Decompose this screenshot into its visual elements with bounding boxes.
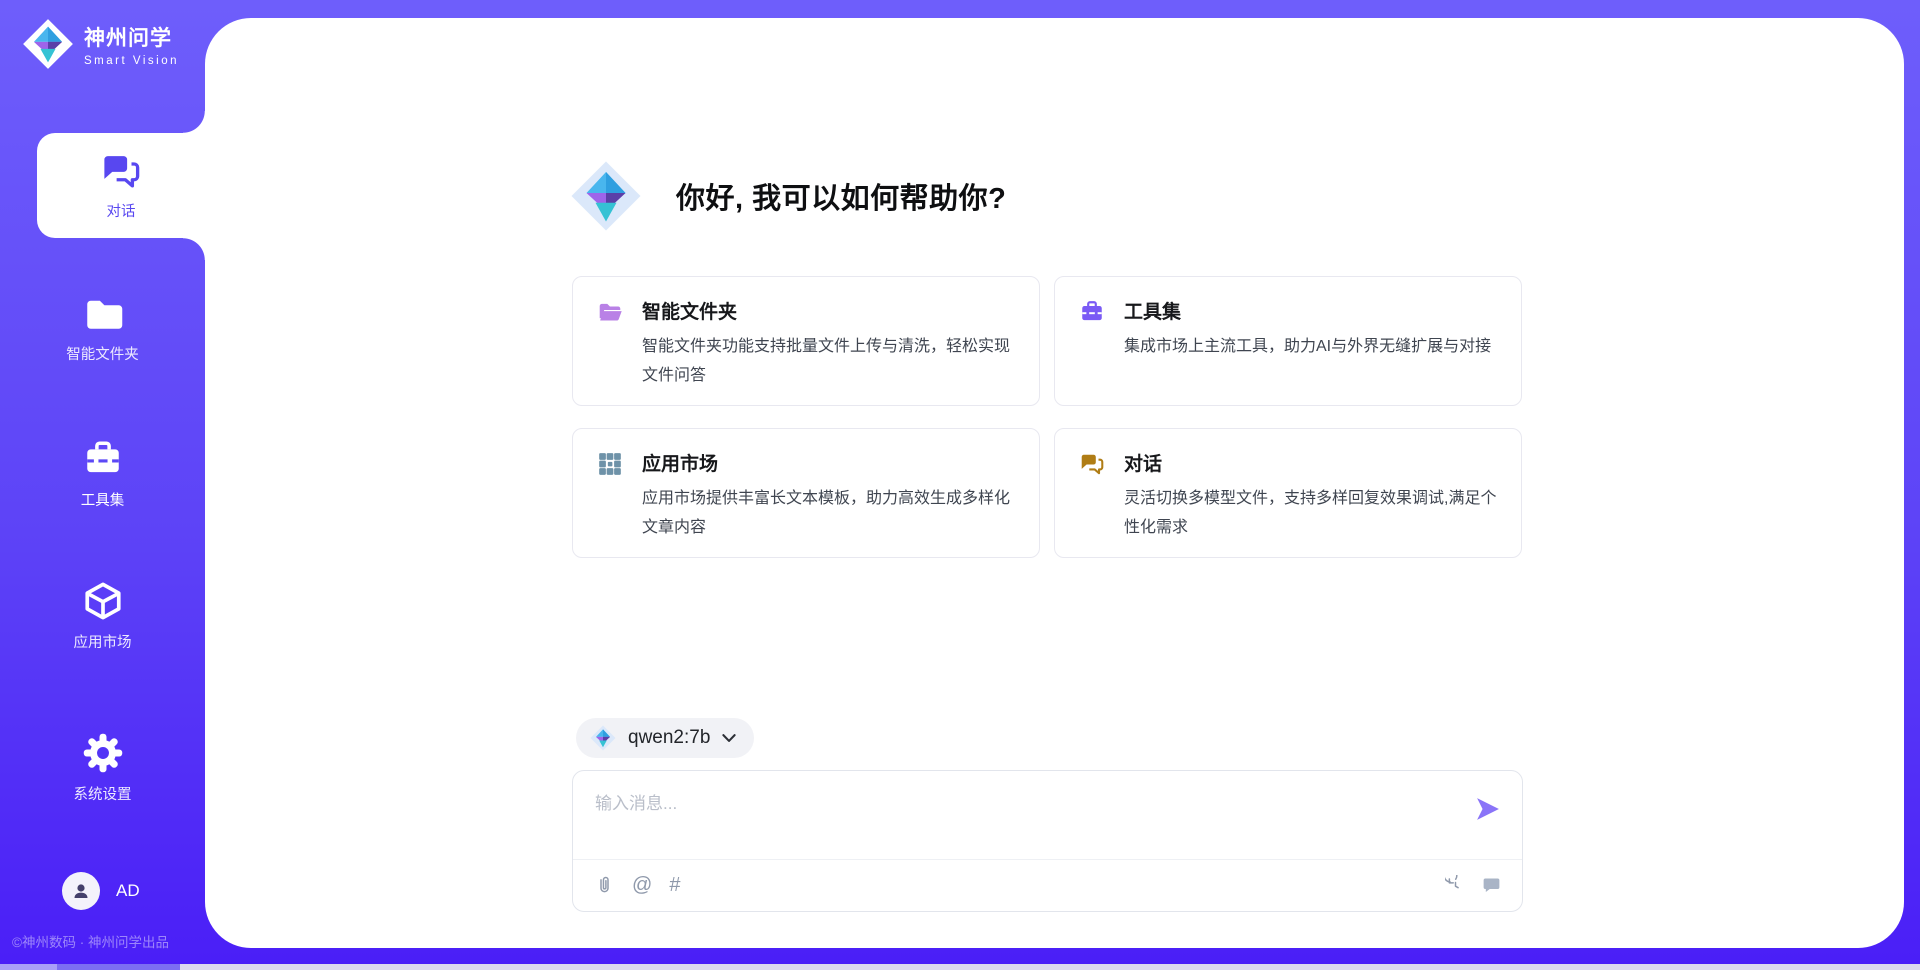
comment-icon[interactable] bbox=[1480, 875, 1502, 897]
brand: 神州问学 Smart Vision bbox=[22, 18, 179, 70]
sidebar-item-label: 工具集 bbox=[81, 489, 125, 510]
tab-flare-top bbox=[183, 111, 205, 133]
assistant-logo-icon bbox=[570, 160, 642, 232]
card-description: 应用市场提供丰富长文本模板，助力高效生成多样化文章内容 bbox=[642, 484, 1015, 542]
folder-open-icon bbox=[597, 299, 623, 325]
send-icon[interactable] bbox=[1474, 797, 1502, 821]
mention-icon[interactable]: @ bbox=[632, 874, 652, 897]
cube-icon bbox=[82, 580, 124, 622]
message-composer: 输入消息... @ # bbox=[572, 770, 1523, 912]
history-icon[interactable] bbox=[1444, 875, 1466, 897]
sidebar-item-settings[interactable]: 系统设置 bbox=[20, 732, 185, 804]
user-profile[interactable]: AD bbox=[62, 872, 140, 910]
card-title: 工具集 bbox=[1124, 297, 1497, 324]
folder-icon bbox=[82, 292, 124, 334]
sidebar-item-label: 智能文件夹 bbox=[66, 343, 139, 364]
chat-icon bbox=[1079, 451, 1105, 477]
model-selector[interactable]: qwen2:7b bbox=[576, 718, 754, 758]
sidebar-item-label: 对话 bbox=[107, 200, 136, 221]
sidebar-item-app-market[interactable]: 应用市场 bbox=[20, 580, 185, 652]
feature-cards: 智能文件夹 智能文件夹功能支持批量文件上传与清洗，轻松实现文件问答 工具集 集成… bbox=[572, 276, 1524, 558]
sidebar-item-chat[interactable]: 对话 bbox=[37, 133, 205, 238]
card-title: 智能文件夹 bbox=[642, 297, 1015, 324]
sidebar-item-label: 系统设置 bbox=[74, 783, 132, 804]
message-input[interactable]: 输入消息... bbox=[595, 789, 1452, 849]
greeting: 你好, 我可以如何帮助你? bbox=[570, 160, 1006, 232]
gear-icon bbox=[82, 732, 124, 774]
model-logo-icon bbox=[590, 725, 616, 751]
sidebar: 神州问学 Smart Vision 对话 智能文件夹 工具集 bbox=[0, 0, 205, 970]
model-name: qwen2:7b bbox=[628, 727, 710, 749]
sidebar-item-smart-folder[interactable]: 智能文件夹 bbox=[20, 292, 185, 364]
avatar bbox=[62, 872, 100, 910]
card-description: 灵活切换多模型文件，支持多样回复效果调试,满足个性化需求 bbox=[1124, 484, 1497, 542]
app-tagline: Smart Vision bbox=[84, 55, 179, 67]
user-name: AD bbox=[116, 881, 140, 901]
person-icon bbox=[69, 879, 93, 903]
card-smart-folder[interactable]: 智能文件夹 智能文件夹功能支持批量文件上传与清洗，轻松实现文件问答 bbox=[572, 276, 1040, 406]
card-toolbox[interactable]: 工具集 集成市场上主流工具，助力AI与外界无缝扩展与对接 bbox=[1054, 276, 1522, 406]
copyright-text: ©神州数码 · 神州问学出品 bbox=[12, 931, 202, 951]
card-description: 集成市场上主流工具，助力AI与外界无缝扩展与对接 bbox=[1124, 332, 1497, 361]
composer-toolbar: @ # bbox=[593, 860, 1502, 911]
attach-file-icon[interactable] bbox=[593, 875, 615, 897]
hashtag-icon[interactable]: # bbox=[669, 874, 680, 897]
card-title: 应用市场 bbox=[642, 449, 1015, 476]
app-grid-icon bbox=[597, 451, 623, 477]
sidebar-item-toolbox[interactable]: 工具集 bbox=[20, 438, 185, 510]
chevron-down-icon bbox=[722, 734, 736, 743]
card-app-market[interactable]: 应用市场 应用市场提供丰富长文本模板，助力高效生成多样化文章内容 bbox=[572, 428, 1040, 558]
toolbox-icon bbox=[1079, 299, 1105, 325]
greeting-title: 你好, 我可以如何帮助你? bbox=[676, 175, 1006, 217]
card-title: 对话 bbox=[1124, 449, 1497, 476]
card-description: 智能文件夹功能支持批量文件上传与清洗，轻松实现文件问答 bbox=[642, 332, 1015, 390]
chat-icon bbox=[100, 150, 142, 192]
horizontal-scrollbar[interactable] bbox=[0, 964, 1920, 970]
tab-flare-bottom bbox=[183, 238, 205, 260]
sidebar-item-label: 应用市场 bbox=[74, 631, 132, 652]
card-chat[interactable]: 对话 灵活切换多模型文件，支持多样回复效果调试,满足个性化需求 bbox=[1054, 428, 1522, 558]
app-title: 神州问学 bbox=[84, 22, 179, 52]
toolbox-icon bbox=[82, 438, 124, 480]
app-logo-icon bbox=[22, 18, 74, 70]
